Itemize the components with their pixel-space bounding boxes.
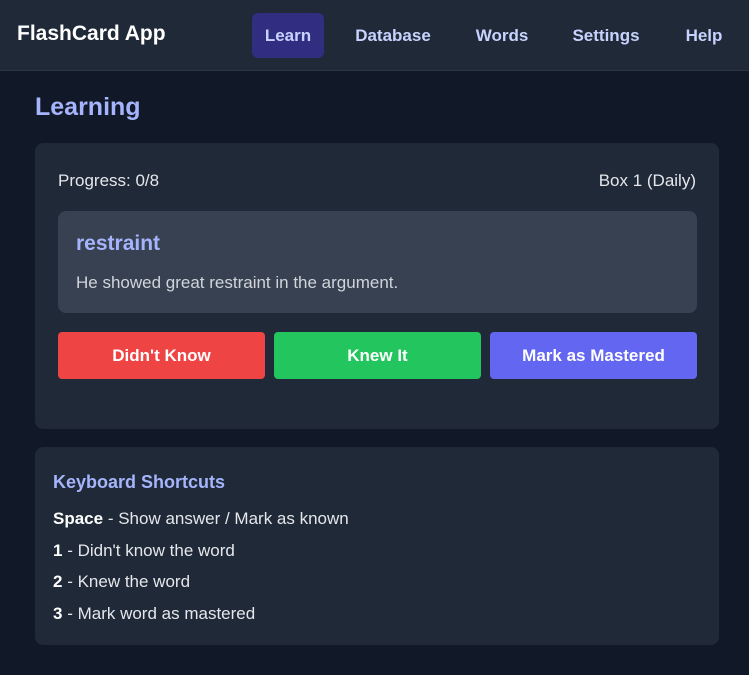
word-card[interactable]: restraint He showed great restraint in t… (58, 211, 697, 313)
shortcut-row-space: Space - Show answer / Mark as known (53, 509, 349, 529)
shortcut-desc: - Didn't know the word (62, 541, 235, 560)
nav-help[interactable]: Help (670, 13, 738, 58)
nav-settings[interactable]: Settings (558, 13, 654, 58)
shortcuts-title: Keyboard Shortcuts (53, 472, 226, 492)
top-navbar: FlashCard App Learn Database Words Setti… (0, 0, 749, 71)
knew-it-button[interactable]: Knew It (274, 332, 481, 379)
nav-learn[interactable]: Learn (252, 13, 324, 58)
word-text: restraint (76, 232, 161, 255)
mark-mastered-button[interactable]: Mark as Mastered (490, 332, 697, 379)
shortcut-key: Space (53, 509, 104, 528)
shortcut-row-3: 3 - Mark word as mastered (53, 604, 255, 624)
shortcut-row-1: 1 - Didn't know the word (53, 541, 235, 561)
didnt-know-button[interactable]: Didn't Know (58, 332, 265, 379)
keyboard-shortcuts-panel: Keyboard Shortcuts Space - Show answer /… (35, 447, 719, 645)
box-label: Box 1 (Daily) (598, 171, 696, 190)
example-sentence: He showed great restraint in the argumen… (76, 273, 399, 292)
shortcut-desc: - Knew the word (62, 572, 191, 591)
app-title: FlashCard App (17, 22, 166, 45)
page-title: Learning (35, 93, 141, 121)
shortcut-desc: - Mark word as mastered (62, 604, 256, 623)
shortcut-row-2: 2 - Knew the word (53, 572, 190, 592)
nav-words[interactable]: Words (462, 13, 542, 58)
progress-text: Progress: 0/8 (58, 171, 160, 190)
flashcard-panel: Progress: 0/8 Box 1 (Daily) restraint He… (35, 143, 719, 429)
nav-database[interactable]: Database (340, 13, 446, 58)
shortcut-desc: - Show answer / Mark as known (103, 509, 349, 528)
